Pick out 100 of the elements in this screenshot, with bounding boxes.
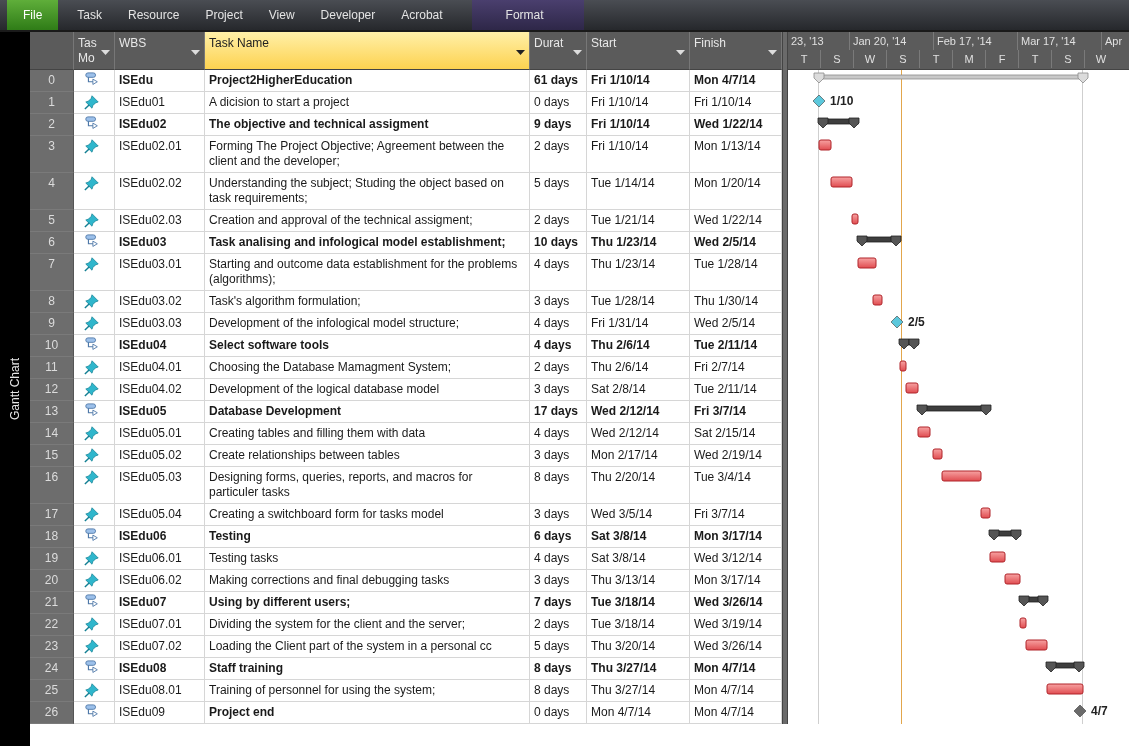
row-number: 14 bbox=[30, 423, 74, 445]
auto-schedule-icon bbox=[84, 72, 100, 88]
start-cell: Tue 1/14/14 bbox=[587, 173, 690, 210]
timescale-label: S bbox=[886, 50, 919, 68]
summary-bar bbox=[988, 529, 1022, 541]
wbs-cell: ISEdu03.03 bbox=[115, 313, 205, 335]
row-number: 19 bbox=[30, 548, 74, 570]
finish-cell: Fri 1/10/14 bbox=[690, 92, 782, 114]
start-cell: Tue 3/18/14 bbox=[587, 614, 690, 636]
task-bar bbox=[872, 294, 883, 306]
task-bar bbox=[941, 470, 982, 482]
row-number: 23 bbox=[30, 636, 74, 658]
task-name-cell: Forming The Project Objective; Agreement between the client and the developer; bbox=[205, 136, 530, 173]
auto-schedule-icon bbox=[84, 704, 100, 720]
ribbon-tab[interactable]: Project bbox=[192, 0, 256, 30]
finish-cell: Wed 3/12/14 bbox=[690, 548, 782, 570]
finish-cell: Mon 1/13/14 bbox=[690, 136, 782, 173]
task-name-cell: Testing bbox=[205, 526, 530, 548]
row-number: 10 bbox=[30, 335, 74, 357]
timescale-label: M bbox=[952, 50, 985, 68]
corner-cell bbox=[30, 32, 74, 70]
duration-cell: 3 days bbox=[530, 504, 587, 526]
ribbon-tab[interactable]: Developer bbox=[307, 0, 389, 30]
column-header[interactable]: Durat bbox=[530, 32, 587, 70]
wbs-cell: ISEdu05.03 bbox=[115, 467, 205, 504]
finish-cell: Wed 2/5/14 bbox=[690, 313, 782, 335]
column-header[interactable]: WBS bbox=[115, 32, 205, 70]
task-name-cell: Database Development bbox=[205, 401, 530, 423]
summary-bar bbox=[817, 117, 860, 129]
wbs-cell: ISEdu05.01 bbox=[115, 423, 205, 445]
row-number: 25 bbox=[30, 680, 74, 702]
start-cell: Fri 1/10/14 bbox=[587, 92, 690, 114]
wbs-cell: ISEdu09 bbox=[115, 702, 205, 724]
row-number: 8 bbox=[30, 291, 74, 313]
start-cell: Thu 1/23/14 bbox=[587, 232, 690, 254]
start-cell: Thu 2/6/14 bbox=[587, 357, 690, 379]
duration-cell: 10 days bbox=[530, 232, 587, 254]
task-name-cell: Create relationships between tables bbox=[205, 445, 530, 467]
wbs-cell: ISEdu08.01 bbox=[115, 680, 205, 702]
task-name-cell: Starting and outcome data establishment for the problems (algorithms); bbox=[205, 254, 530, 291]
ribbon-tab[interactable]: View bbox=[255, 0, 308, 30]
milestone-date: 4/7 bbox=[1091, 704, 1108, 718]
ribbon-tab[interactable]: Format bbox=[471, 0, 578, 30]
dropdown-icon[interactable] bbox=[516, 50, 525, 55]
column-header[interactable]: Start bbox=[587, 32, 690, 70]
ribbon-tab[interactable]: Acrobat bbox=[388, 0, 456, 30]
duration-cell: 4 days bbox=[530, 423, 587, 445]
row-number: 0 bbox=[30, 70, 74, 92]
wbs-cell: ISEdu02 bbox=[115, 114, 205, 136]
finish-cell: Thu 1/30/14 bbox=[690, 291, 782, 313]
start-cell: Mon 4/7/14 bbox=[587, 702, 690, 724]
start-cell: Sat 3/8/14 bbox=[587, 526, 690, 548]
auto-schedule-icon bbox=[84, 116, 100, 132]
finish-cell: Wed 2/5/14 bbox=[690, 232, 782, 254]
start-cell: Wed 3/5/14 bbox=[587, 504, 690, 526]
pushpin-icon bbox=[84, 616, 100, 632]
task-name-cell: Development of the infological model structure; bbox=[205, 313, 530, 335]
row-number: 24 bbox=[30, 658, 74, 680]
start-cell: Thu 1/23/14 bbox=[587, 254, 690, 291]
start-cell: Wed 2/12/14 bbox=[587, 423, 690, 445]
row-number: 11 bbox=[30, 357, 74, 379]
finish-cell: Wed 1/22/14 bbox=[690, 210, 782, 232]
file-tab[interactable]: File bbox=[7, 0, 59, 30]
task-name-cell: Development of the logical database model bbox=[205, 379, 530, 401]
column-header[interactable]: Task Name bbox=[205, 32, 530, 70]
task-bar bbox=[1046, 683, 1084, 695]
pushpin-icon bbox=[84, 469, 100, 485]
task-name-cell: Task analising and infological model establishment; bbox=[205, 232, 530, 254]
timescale-label: W bbox=[1084, 50, 1117, 68]
duration-cell: 4 days bbox=[530, 313, 587, 335]
row-number: 15 bbox=[30, 445, 74, 467]
ribbon-tab[interactable]: Task bbox=[64, 0, 116, 30]
pushpin-icon bbox=[84, 425, 100, 441]
row-number: 13 bbox=[30, 401, 74, 423]
duration-cell: 4 days bbox=[530, 548, 587, 570]
finish-cell: Tue 1/28/14 bbox=[690, 254, 782, 291]
wbs-cell: ISEdu03.01 bbox=[115, 254, 205, 291]
row-number: 4 bbox=[30, 173, 74, 210]
pushpin-icon bbox=[84, 550, 100, 566]
duration-cell: 7 days bbox=[530, 592, 587, 614]
start-cell: Tue 3/18/14 bbox=[587, 592, 690, 614]
duration-cell: 2 days bbox=[530, 614, 587, 636]
column-header[interactable]: Tas Mo bbox=[74, 32, 115, 70]
finish-cell: Mon 1/20/14 bbox=[690, 173, 782, 210]
duration-cell: 4 days bbox=[530, 335, 587, 357]
wbs-cell: ISEdu05.04 bbox=[115, 504, 205, 526]
finish-cell: Fri 3/7/14 bbox=[690, 401, 782, 423]
row-number: 7 bbox=[30, 254, 74, 291]
pushpin-icon bbox=[84, 315, 100, 331]
start-cell: Sat 3/8/14 bbox=[587, 548, 690, 570]
ribbon-tab[interactable]: Resource bbox=[115, 0, 193, 30]
task-bar bbox=[1025, 639, 1048, 651]
column-header[interactable]: Finish bbox=[690, 32, 782, 70]
task-name-cell: Designing forms, queries, reports, and macros for particuler tasks bbox=[205, 467, 530, 504]
task-name-cell: Using by different users; bbox=[205, 592, 530, 614]
summary-bar bbox=[856, 235, 902, 247]
duration-cell: 2 days bbox=[530, 357, 587, 379]
task-bar bbox=[980, 507, 991, 519]
start-cell: Fri 1/31/14 bbox=[587, 313, 690, 335]
row-number: 1 bbox=[30, 92, 74, 114]
